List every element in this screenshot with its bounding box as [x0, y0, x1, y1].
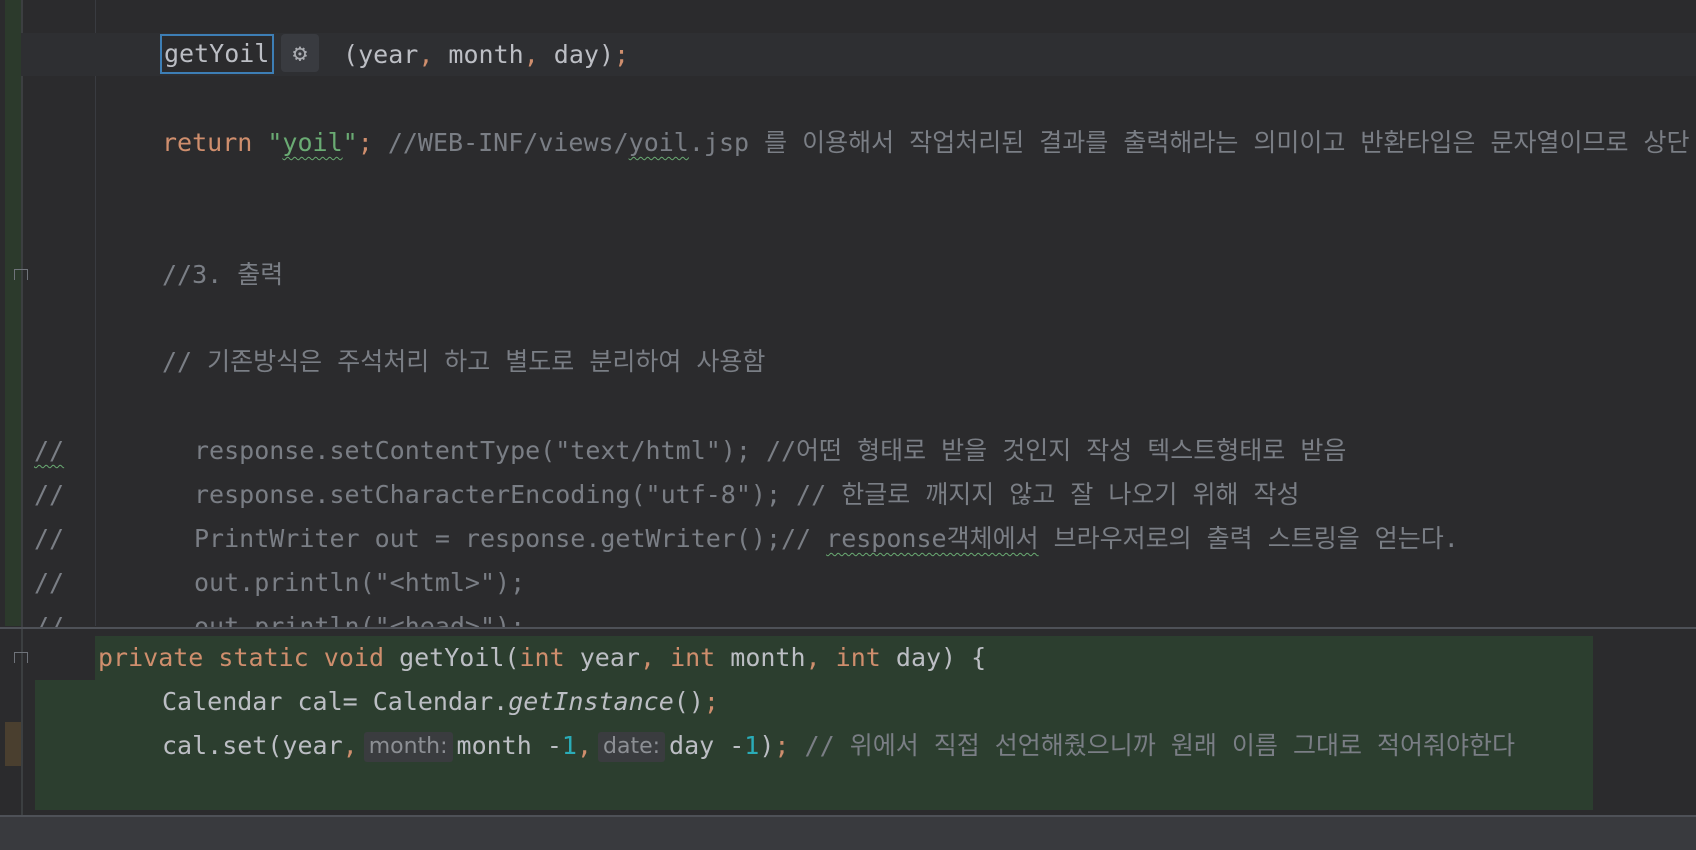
commented-code-line[interactable]: out.println("<head>");: [194, 605, 525, 627]
code-comment-legacy[interactable]: // 기존방식은 주석처리 하고 별도로 분리하여 사용함: [162, 340, 765, 383]
rename-call-args: (year, month, day);: [328, 40, 630, 69]
code-comment-output[interactable]: //3. 출력: [162, 253, 283, 296]
rename-options-gear-icon[interactable]: ⚙: [281, 34, 319, 72]
fold-toggle-icon[interactable]: [13, 651, 29, 669]
preview-line-calset: cal.set(year, month: month -1, date: day -1)…: [162, 731, 1515, 762]
commented-code-line[interactable]: response.setContentType("text/html"); //…: [194, 429, 1346, 472]
inline-rename-field[interactable]: getYoil: [160, 34, 274, 74]
commented-code-line[interactable]: out.println("<html>");: [194, 561, 525, 604]
commented-code-line[interactable]: response.setCharacterEncoding("utf-8"); …: [194, 473, 1300, 516]
preview-gutter-gap: [35, 636, 95, 680]
line-comment-marker: //: [34, 436, 65, 465]
indent-guide: [95, 0, 96, 626]
gutter-divider: [21, 0, 23, 815]
code-line-return[interactable]: return "yoil"; //WEB-INF/views/yoil.jsp …: [162, 121, 1690, 164]
param-hint-month: month:: [363, 732, 453, 762]
extract-preview-divider: [0, 627, 1696, 629]
line-comment-marker: //: [34, 612, 65, 627]
line-comment-marker: //: [34, 480, 65, 509]
commented-code-line[interactable]: PrintWriter out = response.getWriter();/…: [194, 517, 1459, 560]
clipped-line-container: // out.println("<head>");: [0, 605, 1696, 627]
param-hint-date: date:: [598, 732, 666, 762]
vcs-change-marker: [5, 0, 21, 626]
preview-method-signature: private static void getYoil(int year, in…: [98, 643, 987, 672]
line-comment-marker: //: [34, 568, 65, 597]
line-comment-marker: //: [34, 524, 65, 553]
vcs-modified-marker: [5, 722, 21, 766]
status-bar: [0, 817, 1696, 850]
fold-toggle-icon[interactable]: [13, 268, 29, 286]
preview-line-calendar: Calendar cal= Calendar.getInstance();: [162, 687, 719, 716]
